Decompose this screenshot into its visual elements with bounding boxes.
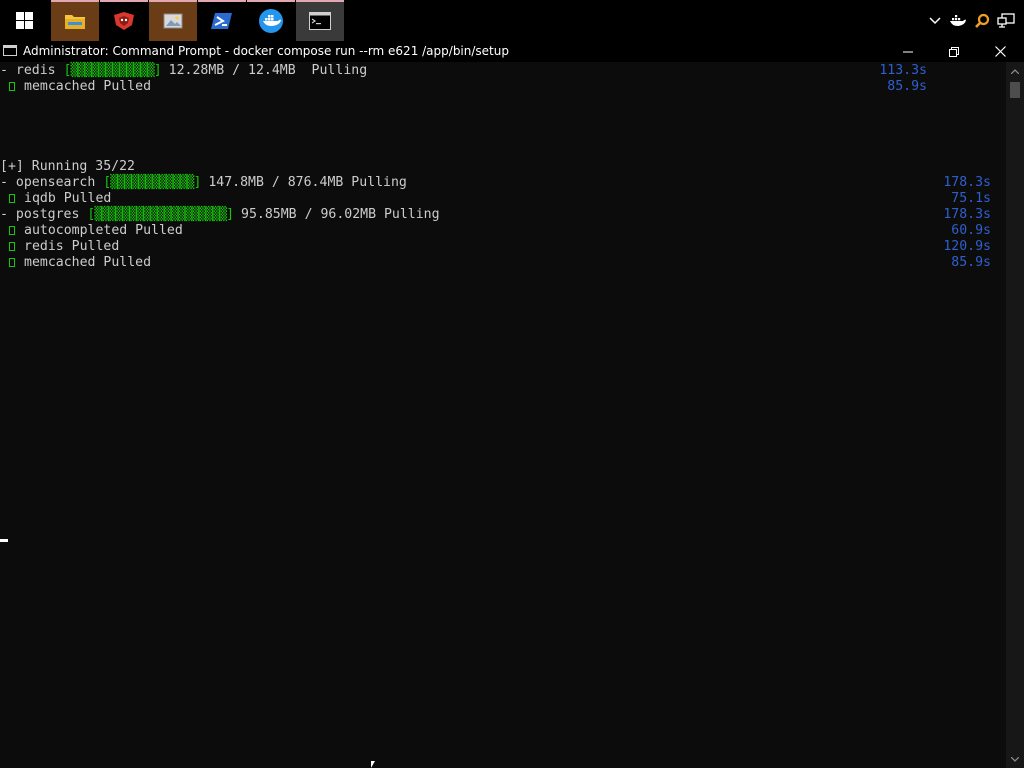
search-icon [975,13,990,28]
elapsed-time: 113.3s [879,63,927,78]
taskbar [0,0,1024,41]
running-indicator [100,0,148,2]
scroll-up-button[interactable] [1006,62,1024,80]
elapsed-time: 85.9s [951,255,991,270]
tray-network[interactable] [995,0,1017,41]
chevron-up-icon [929,16,941,24]
network-icon [997,12,1015,28]
restore-button[interactable] [931,41,977,62]
taskbar-app-file-explorer[interactable] [51,0,99,41]
progress-bar: [▒▒▒▒▒▒▒▒▒▒▒▒] [103,175,201,190]
running-indicator [296,0,344,2]
arrow-down-icon [1011,756,1019,762]
tray-overflow[interactable] [924,0,946,41]
console-line-memcached-pulled: memcached Pulled [0,79,151,95]
console-line-postgres: - postgres [▒▒▒▒▒▒▒▒▒▒▒▒▒▒▒▒▒▒▒] 95.85MB… [0,207,440,222]
minimize-button[interactable] [885,41,931,62]
windows-logo-icon [15,12,33,29]
cmd-icon [3,45,17,56]
photo-viewer-icon [163,13,183,28]
close-button[interactable] [977,41,1023,62]
gitkraken-icon [114,11,134,30]
console-line-iqdb: iqdb Pulled [0,191,111,207]
console-output[interactable]: - redis [▒▒▒▒▒▒▒▒▒▒▒▒] 12.28MB / 12.4MB … [0,62,1006,768]
start-button[interactable] [0,0,48,41]
check-icon [9,194,15,203]
elapsed-time: 178.3s [943,175,991,190]
docker-icon [259,8,283,33]
scroll-down-button[interactable] [1006,750,1024,768]
elapsed-time: 178.3s [943,207,991,222]
tray-search[interactable] [971,0,993,41]
restore-icon [949,46,959,57]
scroll-thumb[interactable] [1010,82,1020,98]
elapsed-time: 85.9s [887,79,927,94]
console-line-redis-pulling: - redis [▒▒▒▒▒▒▒▒▒▒▒▒] 12.28MB / 12.4MB … [0,63,368,78]
elapsed-time: 60.9s [951,223,991,238]
arrow-up-icon [1011,68,1019,74]
running-header: [+] Running 35/22 [0,159,135,174]
mouse-pointer [371,761,375,768]
console-line-memcached: memcached Pulled [0,255,151,271]
tray-docker[interactable] [947,0,969,41]
command-prompt-window: Administrator: Command Prompt - docker c… [0,41,1024,768]
running-indicator [149,0,197,2]
docker-whale-icon [950,14,966,26]
progress-bar: [▒▒▒▒▒▒▒▒▒▒▒▒] [63,63,162,78]
window-titlebar[interactable]: Administrator: Command Prompt - docker c… [0,41,1024,62]
command-prompt-icon [309,11,331,30]
check-icon [9,82,15,91]
check-icon [9,258,15,267]
elapsed-time: 120.9s [943,239,991,254]
taskbar-app-command-prompt[interactable] [296,0,344,41]
text-cursor [0,539,8,542]
taskbar-app-gitkraken[interactable] [100,0,148,41]
check-icon [9,226,15,235]
console-line-opensearch: - opensearch [▒▒▒▒▒▒▒▒▒▒▒▒] 147.8MB / 87… [0,175,407,190]
folder-icon [65,14,85,29]
taskbar-app-docker-desktop[interactable] [247,0,295,41]
running-indicator [198,0,246,2]
powershell-icon [211,12,232,29]
check-icon [9,242,15,251]
running-indicator [247,0,295,2]
window-title: Administrator: Command Prompt - docker c… [23,44,509,58]
console-line-autocompleted: autocompleted Pulled [0,223,183,239]
vertical-scrollbar[interactable] [1006,62,1024,768]
close-icon [994,46,1006,57]
progress-bar: [▒▒▒▒▒▒▒▒▒▒▒▒▒▒▒▒▒▒▒] [87,207,234,222]
taskbar-app-photo-viewer[interactable] [149,0,197,41]
taskbar-app-powershell[interactable] [198,0,246,41]
minimize-icon [903,51,913,52]
console-line-redis: redis Pulled [0,239,119,255]
elapsed-time: 75.1s [951,191,991,206]
running-indicator [51,0,99,2]
